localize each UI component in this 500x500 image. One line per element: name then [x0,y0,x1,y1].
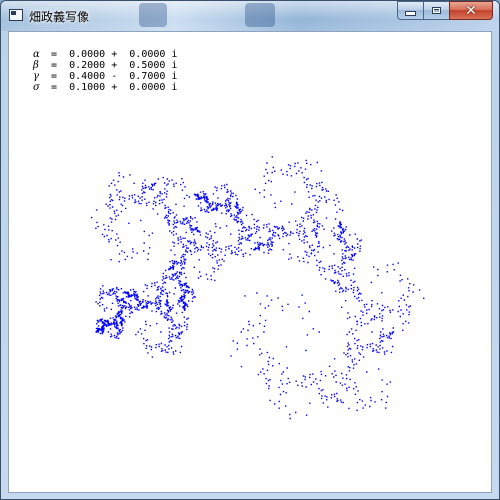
maximize-button[interactable] [423,1,449,20]
caption-buttons: ✕ [397,1,493,20]
minimize-icon [405,11,416,16]
close-button[interactable]: ✕ [449,1,493,20]
background-blur-shape [245,3,275,27]
hata-map-fractal [91,156,425,420]
app-window: 畑政義写像 ✕ α = 0.0000 + 0.0000 i β = 0.2000… [0,0,500,500]
fractal-points [91,156,425,420]
background-blur-shape [139,3,167,27]
drawing-canvas: α = 0.0000 + 0.0000 i β = 0.2000 + 0.500… [8,31,492,493]
maximize-icon [432,7,441,14]
close-icon: ✕ [465,2,477,19]
window-title: 畑政義写像 [29,10,90,24]
window-icon[interactable] [9,9,23,21]
minimize-button[interactable] [397,1,423,20]
title-bar[interactable]: 畑政義写像 ✕ [1,1,499,31]
